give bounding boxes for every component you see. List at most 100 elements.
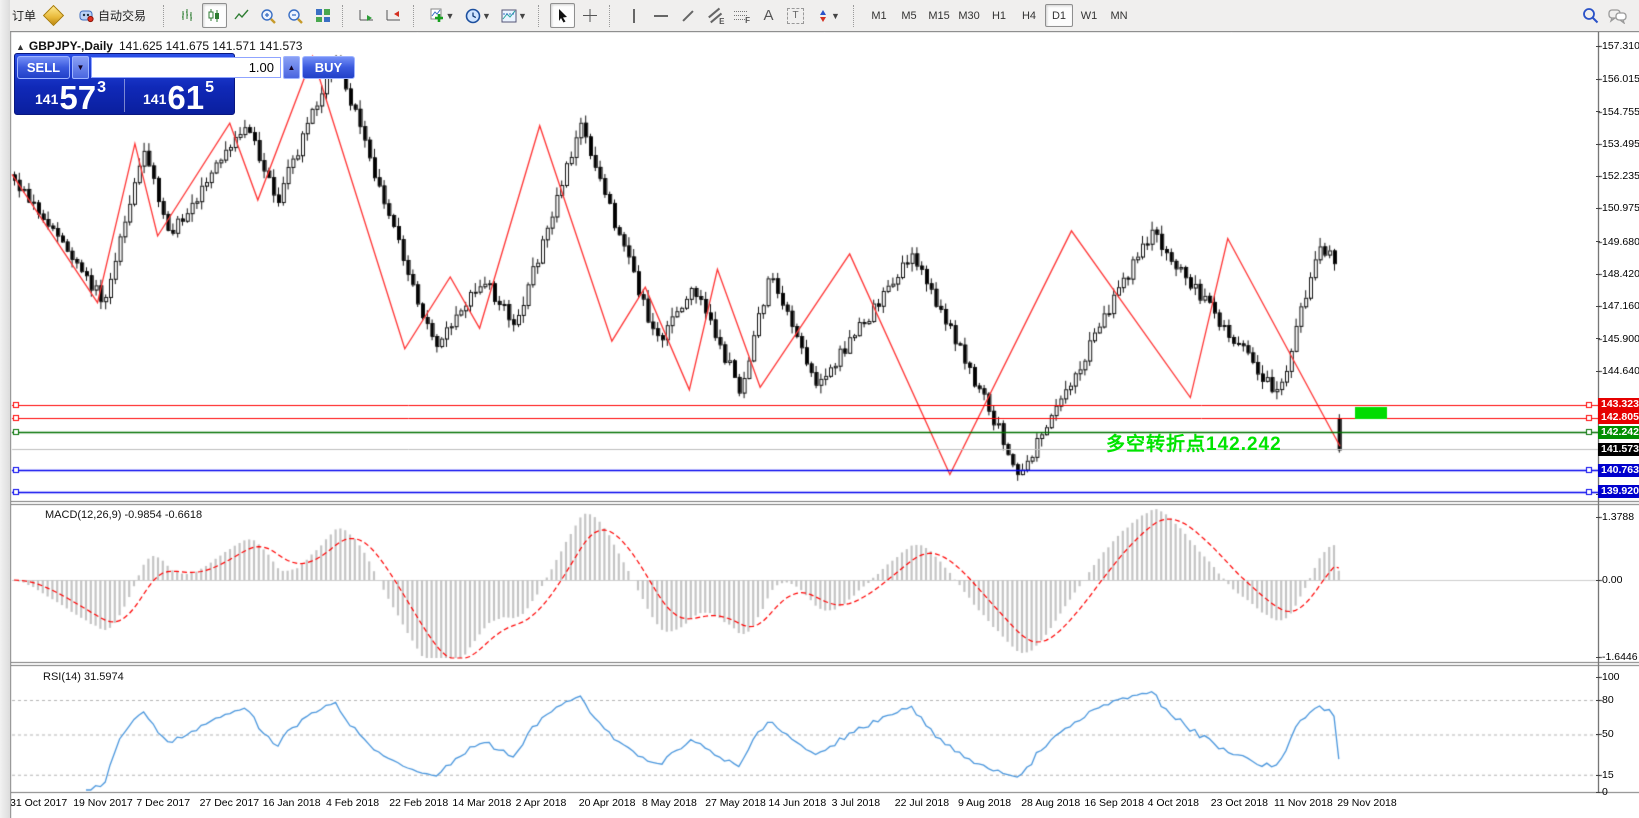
indicator-tick-label: -1.6446 [1596,651,1638,663]
timeframe-button-mn[interactable]: MN [1105,4,1133,27]
date-label: 22 Feb 2018 [389,797,448,809]
left-dock-strip[interactable] [0,0,11,818]
templates-button[interactable]: ▼ [497,3,531,28]
crosshair-icon [582,8,598,23]
autoscroll-icon [358,8,375,23]
chevron-down-icon: ▼ [518,11,527,21]
gold-bar-icon[interactable] [41,3,66,28]
date-label: 29 Nov 2018 [1337,797,1397,809]
horizontal-line-icon [654,15,668,17]
indicator-tick-label: 80 [1596,694,1614,706]
date-label: 27 May 2018 [705,797,766,809]
date-label: 22 Jul 2018 [895,797,949,809]
crosshair-button[interactable] [577,3,602,28]
timeframe-button-w1[interactable]: W1 [1075,4,1103,27]
price-tick-label: 157.310 [1596,40,1639,52]
cursor-icon [556,8,570,23]
arrows-icon [816,9,830,23]
buy-price-display[interactable]: 141 61 5 [125,79,232,112]
timeframe-button-h4[interactable]: H4 [1015,4,1043,27]
periods-button[interactable]: ▼ [461,3,495,28]
new-order-label[interactable]: 订单 [12,7,36,24]
date-label: 16 Sep 2018 [1084,797,1144,809]
indicator-tick-label: 0.00 [1596,574,1622,586]
timeframe-button-m1[interactable]: M1 [865,4,893,27]
zoom-in-icon [260,8,277,24]
zoom-out-icon [287,8,304,24]
main-toolbar: 订单 自动交易 ▼ ▼ ▼ E F A [10,0,1639,32]
toolbar-separator [538,5,545,27]
date-label: 4 Oct 2018 [1148,797,1199,809]
timeframe-button-m5[interactable]: M5 [895,4,923,27]
date-label: 4 Feb 2018 [326,797,379,809]
autoscroll-button[interactable] [354,3,379,28]
chart-bars-button[interactable] [175,3,200,28]
annotation-text[interactable]: 多空转折点142.242 [1106,429,1282,456]
timeframe-button-m30[interactable]: M30 [955,4,983,27]
date-label: 19 Nov 2017 [73,797,133,809]
volume-input[interactable] [91,57,281,78]
hline-price-label: 139.920 [1598,485,1639,498]
autotrading-button[interactable]: 自动交易 [68,3,156,28]
price-tick-label: 152.235 [1596,170,1639,182]
bars-chart-icon [180,8,196,23]
date-axis[interactable]: 31 Oct 201719 Nov 20177 Dec 201727 Dec 2… [0,797,1639,813]
chart-candles-button[interactable] [202,3,227,28]
sell-button[interactable]: SELL [17,56,70,79]
toolbar-separator [342,5,349,27]
trendline-tool-button[interactable] [675,3,700,28]
hline-price-label: 142.805 [1598,411,1639,424]
indicator-tick-label: 50 [1596,728,1614,740]
price-tick-label: 147.160 [1596,300,1639,312]
chart-canvas[interactable] [0,0,1639,818]
zoom-out-button[interactable] [283,3,308,28]
clock-icon [465,8,481,24]
indicators-button[interactable]: ▼ [425,3,459,28]
chevron-down-icon: ▼ [831,11,840,21]
price-tick-label: 148.420 [1596,268,1639,280]
date-label: 8 May 2018 [642,797,697,809]
timeframe-button-d1[interactable]: D1 [1045,4,1073,27]
symbol-search-button[interactable] [1578,3,1603,28]
vertical-line-icon [633,9,635,23]
arrows-tool-button[interactable]: ▼ [810,3,846,28]
hline-tool-button[interactable] [648,3,673,28]
timeframe-button-m15[interactable]: M15 [925,4,953,27]
volume-down-button[interactable]: ▼ [72,56,89,79]
timeframe-button-h1[interactable]: H1 [985,4,1013,27]
label-tool-button[interactable]: T [783,3,808,28]
autotrading-label: 自动交易 [98,7,146,24]
vline-tool-button[interactable] [621,3,646,28]
cursor-button[interactable] [550,3,575,28]
channel-icon: E [707,9,723,23]
gold-diamond-icon [43,5,64,26]
fibonacci-tool-button[interactable]: F [729,3,754,28]
rsi-label: RSI(14) 31.5974 [43,671,124,683]
chart-shift-button[interactable] [381,3,406,28]
collapse-panel-icon[interactable]: ▲ [16,42,25,52]
channel-tool-button[interactable]: E [702,3,727,28]
sell-price-display[interactable]: 141 57 3 [17,79,125,112]
volume-up-button[interactable]: ▲ [283,56,300,79]
text-tool-button[interactable]: A [756,3,781,28]
volume-down-icon: ▼ [77,63,85,72]
indicator-tick-label: 100 [1596,671,1620,683]
price-tick-label: 156.015 [1596,73,1639,85]
price-tick-label: 144.640 [1596,365,1639,377]
chart-line-button[interactable] [229,3,254,28]
hline-price-label: 142.242 [1598,426,1639,439]
tile-windows-icon [315,8,331,23]
date-label: 14 Jun 2018 [768,797,826,809]
chat-button[interactable] [1605,3,1630,28]
indicator-tick-label: 15 [1596,769,1614,781]
indicator-tick-label: 1.3788 [1596,511,1634,523]
date-label: 28 Aug 2018 [1021,797,1080,809]
price-tick-label: 149.680 [1596,236,1639,248]
toolbar-separator [163,5,170,27]
zoom-in-button[interactable] [256,3,281,28]
price-tick-label: 154.755 [1596,106,1639,118]
buy-button[interactable]: BUY [302,56,355,79]
price-tick-label: 145.900 [1596,333,1639,345]
fibonacci-icon: F [734,9,749,23]
tile-windows-button[interactable] [310,3,335,28]
